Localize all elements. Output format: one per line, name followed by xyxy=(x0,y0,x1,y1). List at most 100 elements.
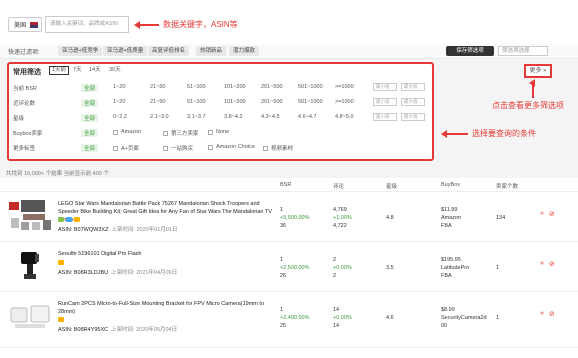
header-bsr[interactable]: BSR xyxy=(280,182,291,188)
filter-option[interactable]: 201~500 xyxy=(261,99,283,105)
range-tab[interactable]: 1天前 xyxy=(49,66,70,75)
min-value-input[interactable]: 最小值 xyxy=(373,98,397,106)
filter-option[interactable]: 21~50 xyxy=(150,84,165,90)
max-value-input[interactable]: 最大值 xyxy=(401,83,425,91)
range-tab[interactable]: 7天 xyxy=(71,66,84,75)
checkbox-third-party[interactable]: 第三方卖家 xyxy=(163,129,199,137)
filter-label: 星级 xyxy=(13,116,25,122)
filter-option[interactable]: 1~20 xyxy=(113,84,125,90)
filter-option[interactable]: 21~50 xyxy=(150,99,165,105)
more-filters-button[interactable]: 更多 » xyxy=(524,64,552,78)
filter-option[interactable]: 4.3~4.5 xyxy=(261,114,280,120)
min-value-input[interactable]: 最小值 xyxy=(373,113,397,121)
video-badge-icon xyxy=(66,217,72,222)
filter-option[interactable]: 1~20 xyxy=(113,99,125,105)
filter-row-buybox: Buybox卖家 全部 Amazon 第三方卖家 None xyxy=(13,129,428,139)
buybox-cell: $195.95 LatitudePro FBA xyxy=(441,256,469,280)
filter-option[interactable]: 501~1000 xyxy=(298,84,323,90)
filter-option[interactable]: 4.8~5.0 xyxy=(335,114,354,120)
reviews-change: +0.00% xyxy=(333,265,352,271)
filter-option[interactable]: 101~200 xyxy=(224,99,246,105)
link-icon[interactable]: ⊘ xyxy=(549,210,555,218)
product-title[interactable]: RunCam 2PCS Micro-to-Full-Size Mounting … xyxy=(58,300,273,316)
product-title[interactable]: Seoulfe 5196101 Digital Pro Flash xyxy=(58,250,273,258)
header-rating[interactable]: 星级 xyxy=(386,182,397,190)
choice-badge-icon xyxy=(58,260,64,265)
filter-option[interactable]: >=1000 xyxy=(335,84,354,90)
buybox-fulfillment: FBA xyxy=(441,223,452,229)
checkbox-one-stop[interactable]: 一站购买 xyxy=(163,144,193,152)
expand-icon[interactable]: » xyxy=(540,210,544,218)
checkbox-a-plus[interactable]: A+页面 xyxy=(113,144,139,152)
table-row[interactable]: Seoulfe 5196101 Digital Pro Flash ASIN: … xyxy=(0,242,578,292)
filter-option[interactable]: 0~2.2 xyxy=(113,114,127,120)
filter-option[interactable]: 全部 xyxy=(81,99,99,107)
filter-option[interactable]: 201~500 xyxy=(261,84,283,90)
filter-option[interactable]: 501~1000 xyxy=(298,99,323,105)
table-row[interactable]: LEGO Star Wars Mandalorian Battle Pack 7… xyxy=(0,192,578,242)
buybox-cell: $8.99 SecurityCamera2d 00 xyxy=(441,306,487,330)
buybox-seller[interactable]: SecurityCamera2d xyxy=(441,314,487,322)
save-filter-button[interactable]: 保存筛选项 xyxy=(446,46,494,56)
aplus-badge-icon xyxy=(58,217,64,222)
header-buybox[interactable]: BuyBox xyxy=(441,182,460,188)
checkbox-amazon[interactable]: Amazon xyxy=(113,129,141,135)
checkbox-label: A+页面 xyxy=(121,146,139,152)
min-value-input[interactable]: 最小值 xyxy=(373,83,397,91)
filter-option[interactable]: 2.1~3.0 xyxy=(150,114,169,120)
panel-annotation: 选择要查询的条件 xyxy=(472,129,536,138)
quick-filter-chip[interactable]: 高复评低排名 xyxy=(148,46,190,56)
saved-filter-select[interactable]: 筛选项选择 xyxy=(498,46,548,56)
results-summary: 共找到 16,000+ 个结果 当前显示前 400 个 xyxy=(6,171,109,177)
range-tab[interactable]: 14天 xyxy=(87,66,103,75)
asin-value[interactable]: ASIN: B07WQW3XZ xyxy=(58,227,108,233)
table-row[interactable]: RunCam 2PCS Micro-to-Full-Size Mounting … xyxy=(0,292,578,348)
asin-line: ASIN: B08R3LDJBU 上架时间: 2021年04月06日 xyxy=(58,268,177,276)
buybox-seller[interactable]: LatitudePro xyxy=(441,264,469,272)
quick-filter-chip[interactable]: 亚马逊+低质量 xyxy=(103,46,148,56)
filter-option[interactable]: >=1000 xyxy=(335,99,354,105)
search-input[interactable]: 请输入关键词、品牌或ASIN xyxy=(45,16,129,33)
product-title[interactable]: LEGO Star Wars Mandalorian Battle Pack 7… xyxy=(58,200,273,224)
checkbox-icon xyxy=(208,144,213,150)
annotation-arrow xyxy=(529,79,535,98)
quick-filter-chip[interactable]: 热销新品 xyxy=(196,46,227,56)
filter-option[interactable]: 101~200 xyxy=(224,84,246,90)
checkbox-icon xyxy=(113,129,118,135)
filter-option[interactable]: 全部 xyxy=(81,144,99,152)
filter-option[interactable]: 3.8~4.2 xyxy=(224,114,243,120)
header-reviews[interactable]: 评论 xyxy=(333,182,344,190)
range-tab[interactable]: 30天 xyxy=(107,66,123,75)
product-image xyxy=(21,252,39,279)
checkbox-video[interactable]: 视频素材 xyxy=(263,144,293,152)
expand-icon[interactable]: » xyxy=(540,260,544,268)
checkbox-amazon-choice[interactable]: Amazon Choice xyxy=(208,144,255,150)
buybox-fulfillment: FBA xyxy=(441,273,452,279)
filter-option[interactable]: 全部 xyxy=(81,84,99,92)
link-icon[interactable]: ⊘ xyxy=(549,310,555,318)
asin-value[interactable]: ASIN: B08R3LDJBU xyxy=(58,270,108,276)
filter-option[interactable]: 全部 xyxy=(81,114,99,122)
checkbox-none[interactable]: None xyxy=(208,129,229,135)
checkbox-icon xyxy=(163,130,168,136)
max-value-input[interactable]: 最大值 xyxy=(401,98,425,106)
top-bar: 美国 请输入关键词、品牌或ASIN 数据关键字，ASIN等 xyxy=(0,0,578,44)
asin-value[interactable]: ASIN: B08R4Y95XC xyxy=(58,327,108,333)
buybox-seller[interactable]: Amazon xyxy=(441,214,461,222)
filter-option[interactable]: 全部 xyxy=(81,129,99,137)
reviews-previous: 4,722 xyxy=(333,223,347,229)
header-sellers[interactable]: 卖家个数 xyxy=(496,182,518,190)
quick-filter-chip[interactable]: 亚马逊+低竞争 xyxy=(58,46,103,56)
marketplace-select[interactable]: 美国 xyxy=(8,17,42,32)
bsr-cell: 1 +2,500.00% 26 xyxy=(280,256,310,280)
quick-filter-chip[interactable]: 潜力爆款 xyxy=(229,46,260,56)
rating-value: 4.6 xyxy=(386,315,394,321)
filter-option[interactable]: 4.6~4.7 xyxy=(298,114,317,120)
bsr-cell: 1 +5,500.00% 36 xyxy=(280,206,310,230)
link-icon[interactable]: ⊘ xyxy=(549,260,555,268)
max-value-input[interactable]: 最大值 xyxy=(401,113,425,121)
expand-icon[interactable]: » xyxy=(540,310,544,318)
filter-option[interactable]: 51~100 xyxy=(187,99,206,105)
filter-option[interactable]: 3.1~3.7 xyxy=(187,114,206,120)
filter-option[interactable]: 51~100 xyxy=(187,84,206,90)
